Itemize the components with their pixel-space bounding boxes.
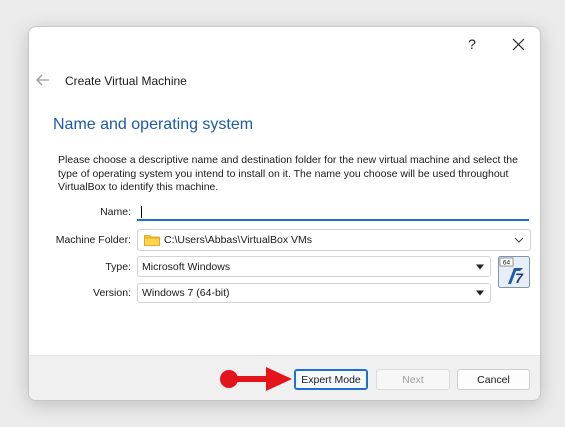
- machine-folder-combo[interactable]: C:\Users\Abbas\VirtualBox VMs: [137, 229, 531, 251]
- version-label: Version:: [93, 287, 131, 299]
- version-value: Windows 7 (64-bit): [142, 287, 230, 299]
- machine-folder-label: Machine Folder:: [55, 234, 131, 246]
- wizard-title: Create Virtual Machine: [65, 74, 187, 88]
- os-icon-badge: 64: [503, 260, 511, 267]
- machine-folder-value: C:\Users\Abbas\VirtualBox VMs: [164, 234, 313, 246]
- create-vm-dialog: ? Create Virtual Machine Name and operat…: [28, 26, 541, 401]
- os-icon-digit: 7: [515, 270, 524, 286]
- name-label: Name:: [100, 206, 131, 218]
- name-input[interactable]: [137, 203, 529, 221]
- type-label: Type:: [105, 261, 131, 273]
- cancel-button[interactable]: Cancel: [457, 369, 530, 390]
- title-bar: ?: [29, 27, 540, 61]
- next-button[interactable]: Next: [376, 369, 450, 390]
- dropdown-arrow-icon: [476, 264, 484, 269]
- folder-icon: [144, 235, 160, 246]
- page-heading: Name and operating system: [53, 116, 254, 133]
- help-button[interactable]: ?: [458, 31, 486, 57]
- type-select[interactable]: Microsoft Windows: [137, 256, 491, 277]
- type-value: Microsoft Windows: [142, 260, 231, 273]
- windows-7-64bit-icon: 64 7: [498, 256, 530, 288]
- dropdown-arrow-icon: [476, 290, 484, 296]
- page-description: Please choose a descriptive name and des…: [58, 154, 518, 193]
- text-caret: [141, 206, 142, 218]
- back-arrow-icon[interactable]: [35, 72, 51, 88]
- expert-mode-button[interactable]: Expert Mode: [294, 369, 368, 390]
- annotation-arrow-icon: [220, 367, 292, 391]
- chevron-down-icon: [514, 237, 524, 243]
- close-button[interactable]: [504, 31, 532, 57]
- close-icon: [512, 38, 524, 50]
- version-select[interactable]: Windows 7 (64-bit): [137, 283, 491, 303]
